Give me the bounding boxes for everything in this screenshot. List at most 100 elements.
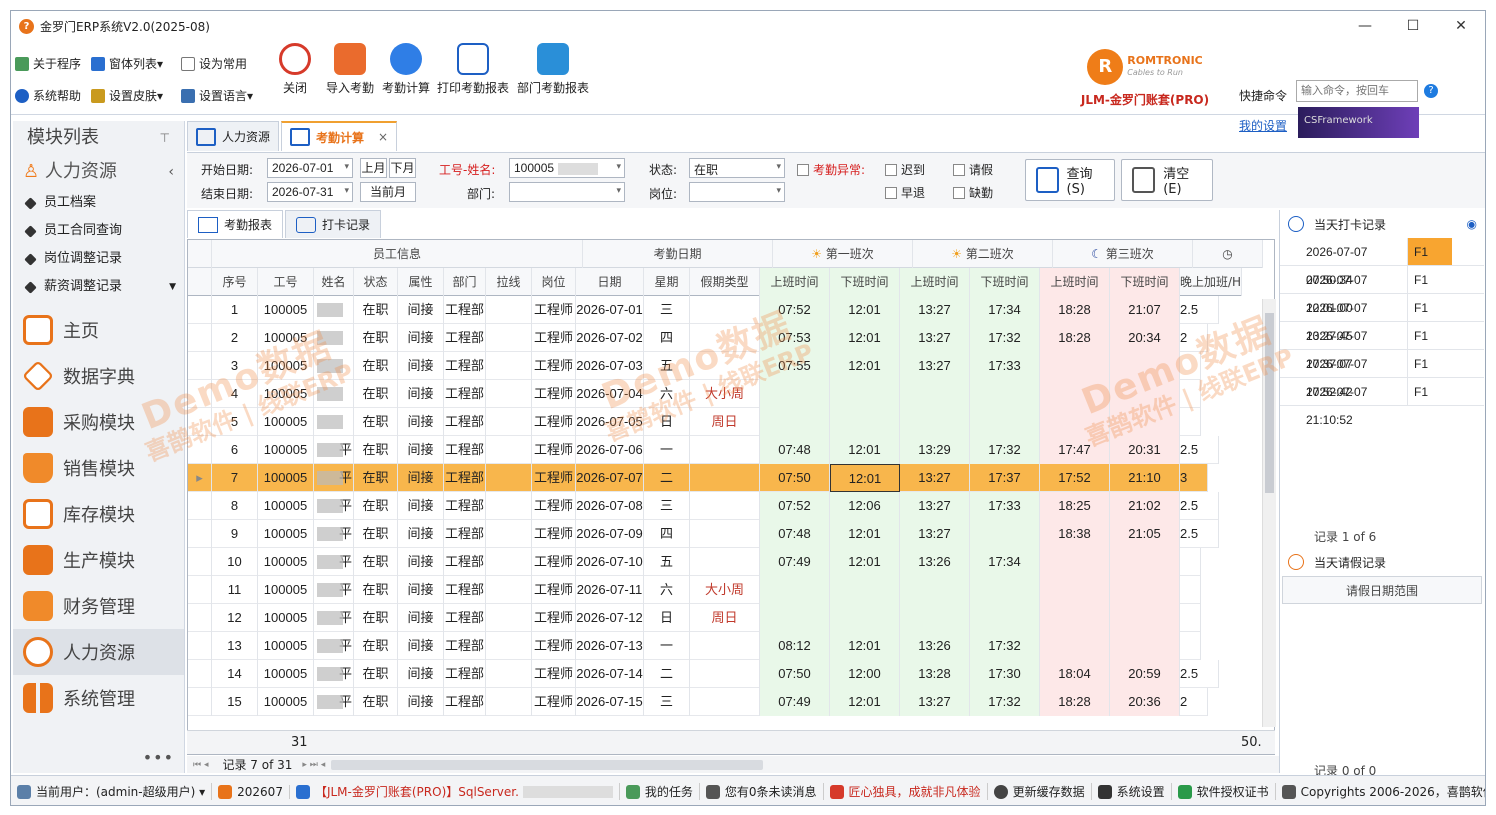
cell-holiday-type[interactable] bbox=[690, 520, 760, 548]
module-inventory[interactable]: 库存模块 bbox=[13, 491, 184, 537]
cell-shift3-out[interactable]: 20:59 bbox=[1110, 660, 1180, 688]
cell-date[interactable]: 2026-07-12 bbox=[576, 604, 644, 632]
tab-punch-records[interactable]: 打卡记录 bbox=[285, 210, 382, 238]
current-month-button[interactable]: 当前月 bbox=[360, 182, 416, 202]
punch-record-row[interactable]: 2026-07-07 12:01:00 F1 bbox=[1280, 266, 1484, 315]
cell-status[interactable]: 在职 bbox=[354, 660, 398, 688]
cell-row-index[interactable]: 1 bbox=[212, 296, 258, 324]
cell-shift2-out[interactable] bbox=[970, 604, 1040, 632]
cell-shift2-out[interactable]: 17:34 bbox=[970, 296, 1040, 324]
cell-shift3-out[interactable]: 20:34 bbox=[1110, 324, 1180, 352]
cell-date[interactable]: 2026-07-15 bbox=[576, 688, 644, 716]
cell-dept[interactable]: 工程部 bbox=[444, 604, 486, 632]
chevron-left-icon[interactable]: ‹ bbox=[168, 155, 174, 189]
cell-row-index[interactable]: 5 bbox=[212, 408, 258, 436]
punch-navigator[interactable]: 记录 1 of 6 bbox=[1280, 528, 1484, 546]
window-list-button[interactable]: 窗体列表 ▾ bbox=[91, 55, 163, 72]
module-sales[interactable]: 销售模块 bbox=[13, 445, 184, 491]
cell-weekday[interactable]: 二 bbox=[644, 660, 690, 688]
sidebar-item-contract-query[interactable]: 员工合同查询 bbox=[13, 217, 184, 245]
cell-emp-name[interactable] bbox=[314, 352, 354, 380]
col-header-post[interactable]: 岗位 bbox=[532, 268, 576, 296]
table-row[interactable]: ▸ 7 100005 平在职 间接 工程部 工程师 2026-07-07 二 07:50 12:01… bbox=[188, 464, 1209, 492]
cell-attribute[interactable]: 间接 bbox=[398, 576, 444, 604]
cell-weekday[interactable]: 三 bbox=[644, 296, 690, 324]
cell-shift3-in[interactable]: 17:47 bbox=[1040, 436, 1110, 464]
absent-checkbox[interactable]: 缺勤 bbox=[953, 184, 993, 201]
cell-shift3-in[interactable]: 18:28 bbox=[1040, 324, 1110, 352]
cell-date[interactable]: 2026-07-05 bbox=[576, 408, 644, 436]
cell-shift1-in[interactable]: 08:12 bbox=[760, 632, 830, 660]
cell-shift3-in[interactable]: 18:38 bbox=[1040, 520, 1110, 548]
punch-record-row[interactable]: 2026-07-07 21:10:52 F1 bbox=[1280, 378, 1484, 427]
cell-status[interactable]: 在职 bbox=[354, 296, 398, 324]
cell-shift3-out[interactable]: 20:31 bbox=[1110, 436, 1180, 464]
close-window-button[interactable]: ✕ bbox=[1437, 11, 1485, 41]
cell-weekday[interactable]: 五 bbox=[644, 352, 690, 380]
cell-emp-id[interactable]: 100005 bbox=[258, 548, 314, 576]
cell-shift2-in[interactable] bbox=[900, 604, 970, 632]
early-leave-checkbox[interactable]: 早退 bbox=[885, 184, 925, 201]
end-date-field[interactable]: 2026-07-31 bbox=[267, 182, 353, 202]
cell-attribute[interactable]: 间接 bbox=[398, 660, 444, 688]
cell-post[interactable]: 工程师 bbox=[532, 408, 576, 436]
cell-post[interactable]: 工程师 bbox=[532, 660, 576, 688]
cell-shift1-in[interactable] bbox=[760, 380, 830, 408]
cell-shift2-out[interactable]: 17:33 bbox=[970, 352, 1040, 380]
cell-shift1-out[interactable]: 12:01 bbox=[830, 296, 900, 324]
cell-emp-name[interactable] bbox=[314, 380, 354, 408]
import-attendance-button[interactable]: 导入考勤 bbox=[323, 43, 377, 96]
cell-date[interactable]: 2026-07-13 bbox=[576, 632, 644, 660]
cell-weekday[interactable]: 四 bbox=[644, 520, 690, 548]
cell-overtime-hours[interactable]: 2.5 bbox=[1180, 520, 1220, 548]
cell-dept[interactable]: 工程部 bbox=[444, 408, 486, 436]
module-production[interactable]: 生产模块 bbox=[13, 537, 184, 583]
table-row[interactable]: 3 100005 在职 间接 工程部 工程师 2026-07-03 五 07:55 12:01 13… bbox=[188, 352, 1201, 380]
cell-shift3-in[interactable]: 18:04 bbox=[1040, 660, 1110, 688]
set-favorite-button[interactable]: 设为常用 bbox=[181, 55, 247, 72]
cell-overtime-hours[interactable]: 2.5 bbox=[1180, 660, 1220, 688]
grid-navigator[interactable]: ⏮ ◂ 记录 7 of 31 ▸ ⏭ ◂ bbox=[187, 756, 1285, 773]
cell-dept[interactable]: 工程部 bbox=[444, 380, 486, 408]
cell-weekday[interactable]: 六 bbox=[644, 576, 690, 604]
post-field[interactable] bbox=[689, 182, 785, 202]
cell-status[interactable]: 在职 bbox=[354, 576, 398, 604]
cell-weekday[interactable]: 日 bbox=[644, 604, 690, 632]
system-help-button[interactable]: 系统帮助 bbox=[15, 87, 81, 104]
cell-shift3-in[interactable]: 18:28 bbox=[1040, 688, 1110, 716]
cell-attribute[interactable]: 间接 bbox=[398, 436, 444, 464]
cell-shift3-in[interactable] bbox=[1040, 380, 1110, 408]
cell-dept[interactable]: 工程部 bbox=[444, 548, 486, 576]
cell-overtime-hours[interactable]: 2 bbox=[1180, 688, 1209, 716]
cell-shift2-out[interactable]: 17:32 bbox=[970, 324, 1040, 352]
cell-overtime-hours[interactable] bbox=[1180, 548, 1201, 576]
cell-shift3-in[interactable] bbox=[1040, 632, 1110, 660]
cell-status[interactable]: 在职 bbox=[354, 688, 398, 716]
cell-row-index[interactable]: 3 bbox=[212, 352, 258, 380]
cell-shift3-in[interactable] bbox=[1040, 352, 1110, 380]
cell-row-index[interactable]: 11 bbox=[212, 576, 258, 604]
minimize-button[interactable]: — bbox=[1341, 11, 1389, 41]
cell-emp-name[interactable]: 平 bbox=[314, 548, 354, 576]
table-row[interactable]: 5 100005 在职 间接 工程部 工程师 2026-07-05 日周日 bbox=[188, 408, 1201, 436]
cell-shift2-in[interactable] bbox=[900, 380, 970, 408]
cell-emp-name[interactable]: 平 bbox=[314, 632, 354, 660]
module-dictionary[interactable]: 数据字典 bbox=[13, 353, 184, 399]
col-header-shift2-in[interactable]: 上班时间 bbox=[900, 268, 970, 296]
cell-emp-id[interactable]: 100005 bbox=[258, 492, 314, 520]
cell-shift1-in[interactable] bbox=[760, 408, 830, 436]
cell-shift3-out[interactable] bbox=[1110, 352, 1180, 380]
cell-row-index[interactable]: 6 bbox=[212, 436, 258, 464]
cell-emp-name[interactable]: 平 bbox=[314, 492, 354, 520]
query-button[interactable]: 查询(S) bbox=[1025, 159, 1115, 201]
col-header-attribute[interactable]: 属性 bbox=[398, 268, 444, 296]
module-system[interactable]: 系统管理 bbox=[13, 675, 184, 721]
cell-holiday-type[interactable]: 大小周 bbox=[690, 380, 760, 408]
cell-attribute[interactable]: 间接 bbox=[398, 492, 444, 520]
cell-status[interactable]: 在职 bbox=[354, 464, 398, 492]
cell-shift1-out[interactable]: 12:01 bbox=[830, 632, 900, 660]
cell-overtime-hours[interactable] bbox=[1180, 352, 1201, 380]
dept-report-button[interactable]: 部门考勤报表 bbox=[515, 43, 591, 96]
cell-shift3-out[interactable] bbox=[1110, 380, 1180, 408]
cell-weekday[interactable]: 日 bbox=[644, 408, 690, 436]
